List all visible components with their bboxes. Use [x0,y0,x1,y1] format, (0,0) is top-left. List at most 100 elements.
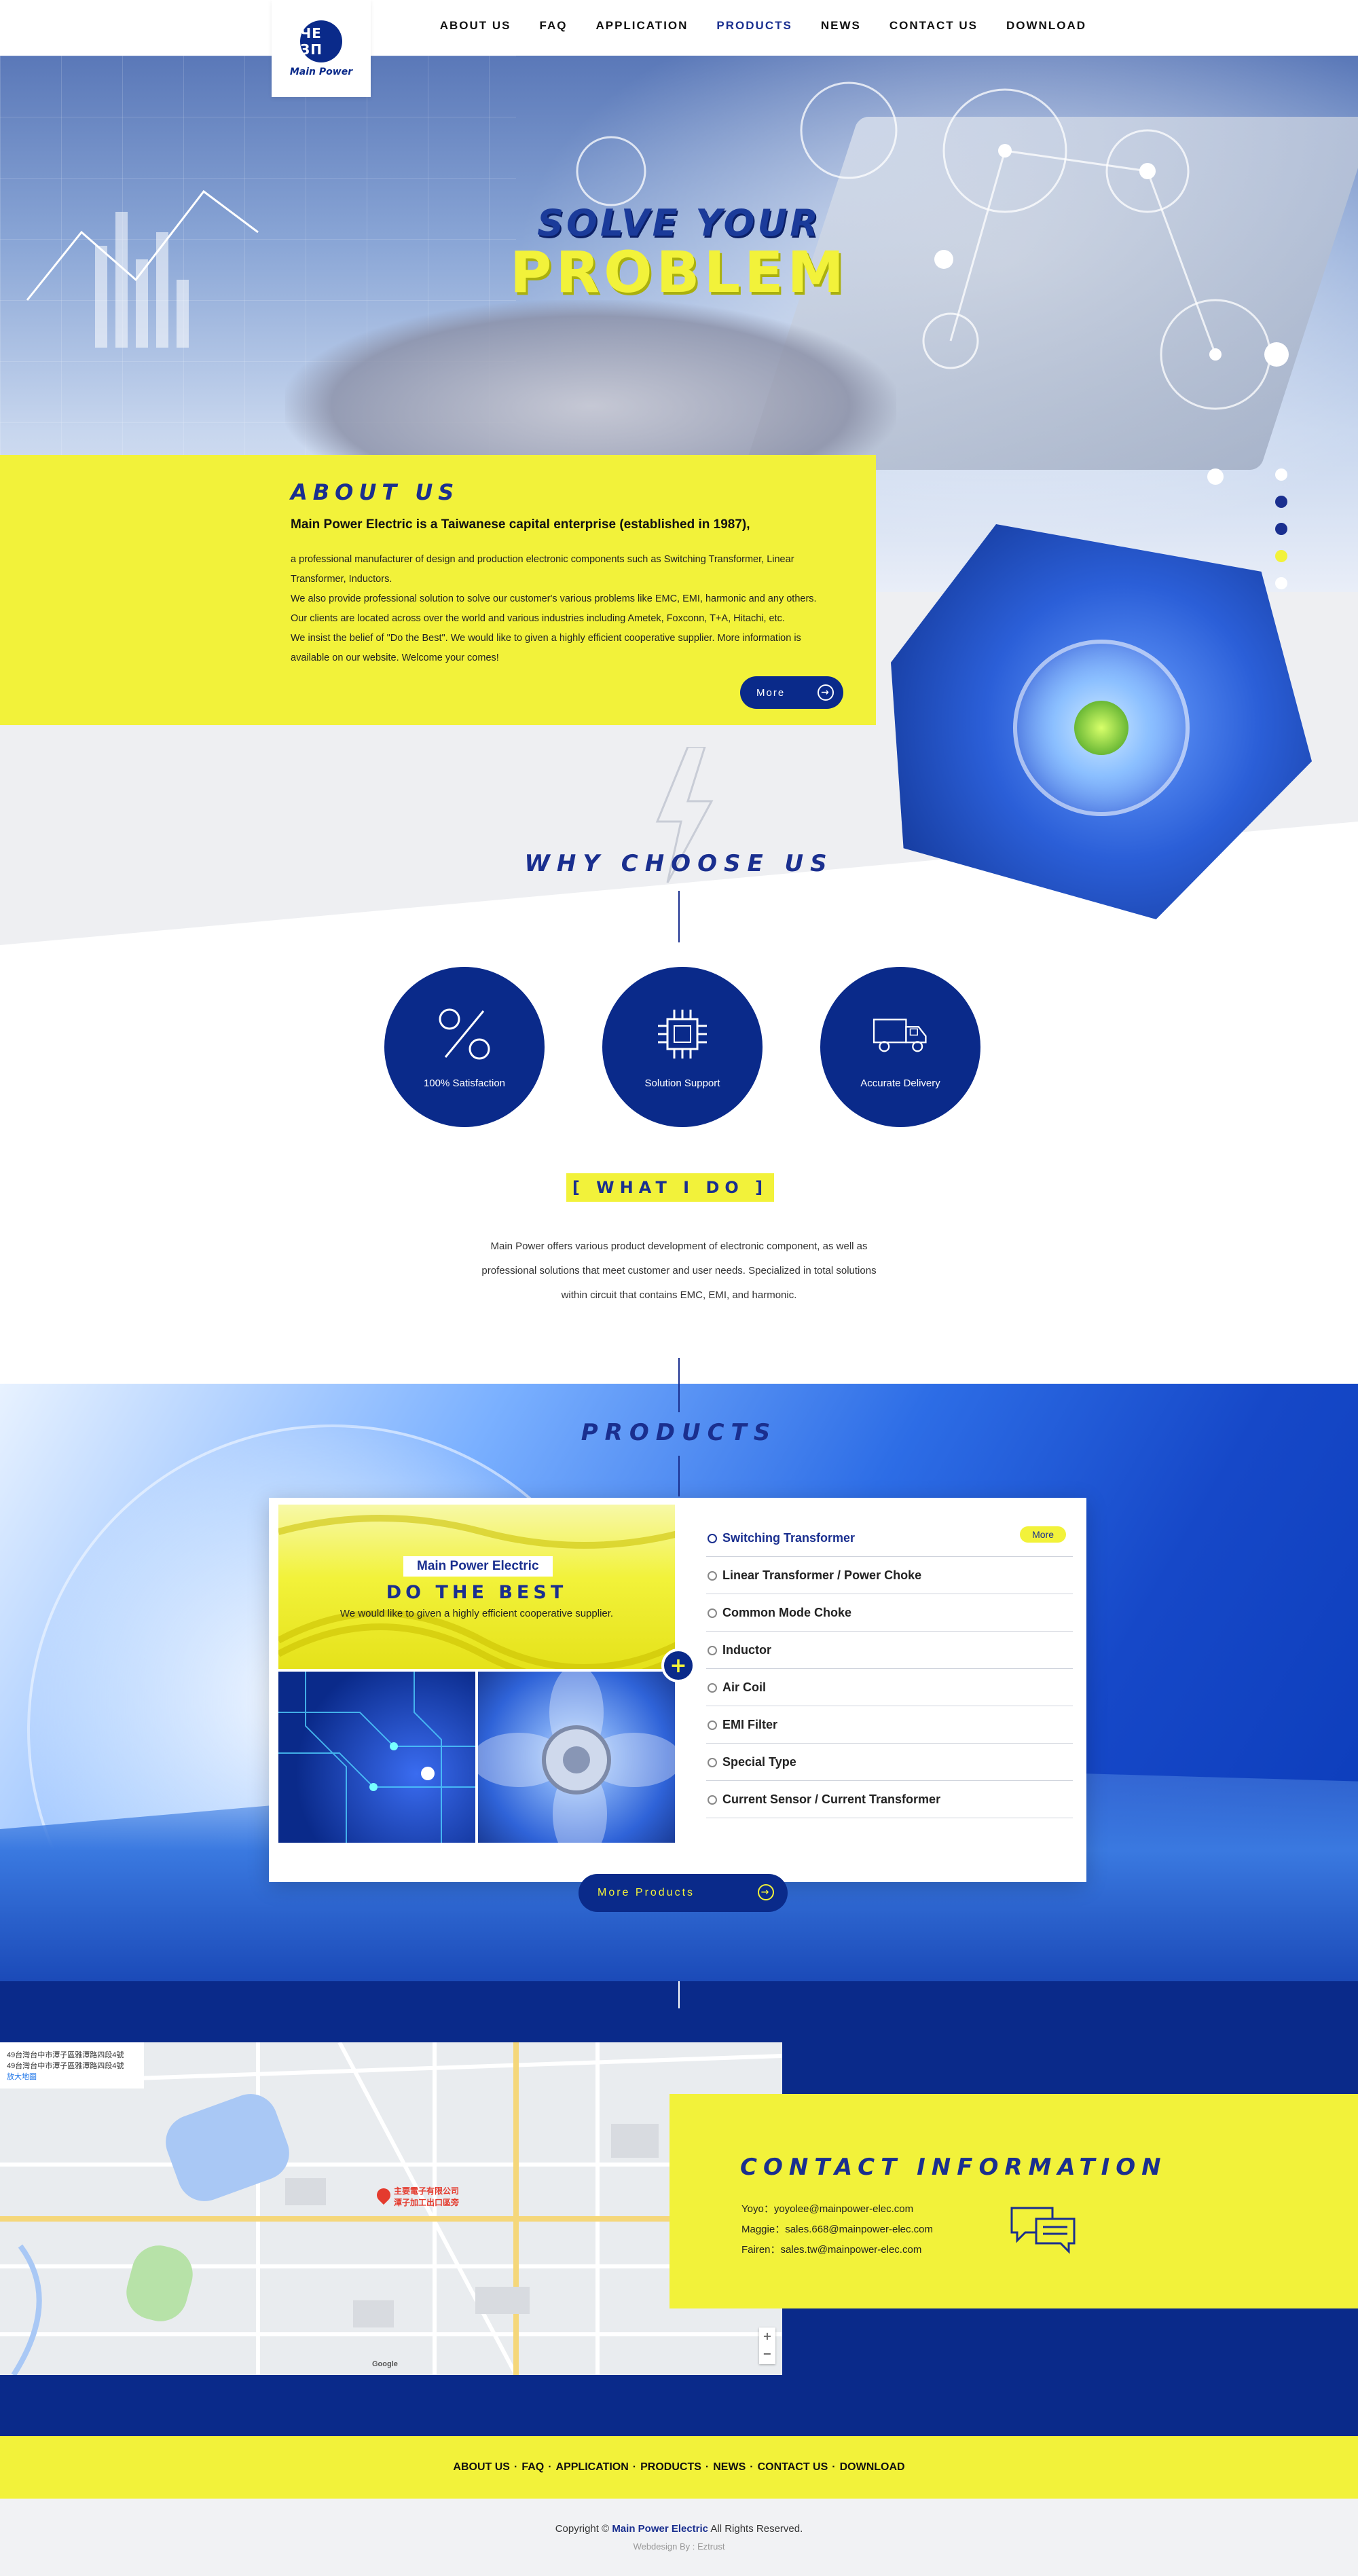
nav-about-us[interactable]: ABOUT US [440,19,511,33]
footer-nav: ABOUT US · FAQ · APPLICATION · PRODUCTS · NE… [0,2436,1358,2499]
footer-nav-separator: · [632,2461,637,2473]
slider-dot-5[interactable] [1275,577,1287,589]
product-item-current-sensor[interactable]: Current Sensor / Current Transformer [706,1781,1073,1818]
more-products-label: More Products [598,1887,695,1898]
nav-products[interactable]: PRODUCTS [716,19,792,33]
slider-dot-1[interactable] [1275,468,1287,481]
footer-nav-news[interactable]: NEWS [713,2461,746,2473]
about-body: a professional manufacturer of design an… [291,550,861,668]
divider-line [678,1981,680,2008]
nav-faq[interactable]: FAQ [540,19,568,33]
circuit-board-image [278,1672,475,1843]
feature-accurate-delivery[interactable]: Accurate Delivery [820,967,980,1127]
hero-headline-2: PROBLEM [509,239,849,306]
feature-satisfaction[interactable]: 100% Satisfaction [384,967,545,1127]
nav-download[interactable]: DOWNLOAD [1006,19,1086,33]
hero-slider-dots [1275,468,1287,589]
google-logo: Google [372,2360,398,2368]
logo-text: Main Power [289,66,353,77]
nav-application[interactable]: APPLICATION [595,19,688,33]
what-i-do-line: within circuit that contains EMC, EMI, a… [561,1289,797,1301]
product-item-special-type[interactable]: Special Type [706,1744,1073,1781]
product-item-label: Current Sensor / Current Transformer [722,1792,941,1806]
footer-nav-application[interactable]: APPLICATION [556,2461,629,2473]
feature-label: Solution Support [644,1077,720,1089]
footer-nav-download[interactable]: DOWNLOAD [840,2461,905,2473]
why-choose-us-list: 100% Satisfaction Solution Support Accur… [384,967,980,1127]
footer-nav-contact-us[interactable]: CONTACT US [758,2461,828,2473]
product-item-label: Switching Transformer [722,1530,856,1545]
more-products-button[interactable]: More Products → [579,1874,788,1912]
product-item-label: Air Coil [722,1680,767,1694]
copyright-bar: Copyright © Main Power Electric All Righ… [0,2499,1358,2576]
map-info-line: 49台灣台中市潭子區雅潭路四段4號 [7,2062,124,2070]
product-item-air-coil[interactable]: Air Coil [706,1669,1073,1706]
cooling-fan-image [478,1672,675,1843]
product-item-switching-transformer[interactable]: Switching Transformer More [706,1520,1073,1557]
footer-nav-about-us[interactable]: ABOUT US [453,2461,510,2473]
slider-dot-2[interactable] [1275,496,1287,508]
footer-nav-separator: · [750,2461,754,2473]
footer-nav-separator: · [513,2461,518,2473]
nav-contact-us[interactable]: CONTACT US [889,19,978,33]
product-banner-tag: Main Power Electric [403,1556,553,1577]
contact-title: CONTACT INFORMATION [740,2154,1167,2181]
plus-icon[interactable]: + [661,1649,695,1682]
contact-info-panel: CONTACT INFORMATION Yoyo：yoyolee@mainpow… [669,2094,1358,2308]
product-item-emi-filter[interactable]: EMI Filter [706,1706,1073,1744]
product-item-label: Special Type [722,1754,796,1769]
google-map[interactable]: 49台灣台中市潭子區雅潭路四段4號 49台灣台中市潭子區雅潭路四段4號 放大地圖… [0,2042,782,2375]
map-pin-label: 主要電子有限公司 潭子加工出口區旁 [394,2185,459,2208]
map-info-card: 49台灣台中市潭子區雅潭路四段4號 49台灣台中市潭子區雅潭路四段4號 放大地圖 [0,2042,144,2089]
products-title: PRODUCTS [581,1419,777,1446]
fan-core [1074,701,1128,755]
divider-line [678,891,680,942]
contact-email-maggie[interactable]: Maggie：sales.668@mainpower-elec.com [741,2222,933,2236]
product-category-list: Switching Transformer More Linear Transf… [706,1520,1073,1818]
what-i-do-text: Main Power offers various product develo… [441,1234,917,1308]
copyright-suffix: All Rights Reserved. [710,2523,803,2535]
about-more-button[interactable]: More → [740,676,843,709]
map-pin-label-line: 主要電子有限公司 [394,2186,460,2196]
site-logo[interactable]: ЧЕ ЗП Main Power [272,0,371,97]
contact-email-yoyo[interactable]: Yoyo：yoyolee@mainpower-elec.com [741,2201,913,2215]
logo-mark: ЧЕ ЗП [300,20,342,62]
slider-dot-4[interactable] [1275,550,1287,562]
footer-nav-faq[interactable]: FAQ [521,2461,544,2473]
about-lead: Main Power Electric is a Taiwanese capit… [291,517,750,532]
product-item-linear-transformer[interactable]: Linear Transformer / Power Choke [706,1557,1073,1594]
feature-solution-support[interactable]: Solution Support [602,967,763,1127]
copyright-text: Copyright © Main Power Electric All Righ… [0,2499,1358,2535]
about-more-label: More [756,686,786,699]
what-i-do-title: [ WHAT I DO ] [566,1173,774,1202]
product-item-inductor[interactable]: Inductor [706,1632,1073,1669]
footer-nav-products[interactable]: PRODUCTS [640,2461,701,2473]
truck-icon [872,1006,929,1063]
map-enlarge-link[interactable]: 放大地圖 [7,2071,137,2082]
feature-label: 100% Satisfaction [423,1077,506,1089]
product-more-button[interactable]: More [1020,1526,1066,1543]
contact-email-fairen[interactable]: Fairen：sales.tw@mainpower-elec.com [741,2242,921,2256]
map-zoom-controls[interactable]: + − [759,2327,775,2364]
about-body-line: We also provide professional solution to… [291,593,817,604]
slider-dot-3[interactable] [1275,523,1287,535]
about-body-line: We insist the belief of "Do the Best". W… [291,633,801,644]
circuit-traces [278,1672,475,1843]
copyright-prefix: Copyright © [555,2523,610,2535]
arrow-right-icon: → [818,684,834,701]
about-title: ABOUT US [291,479,460,505]
product-item-label: Linear Transformer / Power Choke [722,1568,922,1582]
about-section: ABOUT US Main Power Electric is a Taiwan… [0,455,876,725]
product-item-label: Common Mode Choke [722,1605,852,1619]
products-section: PRODUCTS Main Power Electric DO THE BEST… [0,1384,1358,1981]
fan-blades [478,1672,675,1843]
webdesign-credit[interactable]: Webdesign By : Eztrust [0,2535,1358,2552]
copyright-brand: Main Power Electric [612,2523,709,2535]
map-roads [0,2042,782,2375]
product-item-label: EMI Filter [722,1717,778,1731]
nav-news[interactable]: NEWS [821,19,861,33]
footer-nav-separator: · [705,2461,710,2473]
about-body-line: a professional manufacturer of design an… [291,554,794,565]
product-banner-image: Main Power Electric DO THE BEST We would… [278,1505,675,1669]
product-item-common-mode-choke[interactable]: Common Mode Choke [706,1594,1073,1632]
